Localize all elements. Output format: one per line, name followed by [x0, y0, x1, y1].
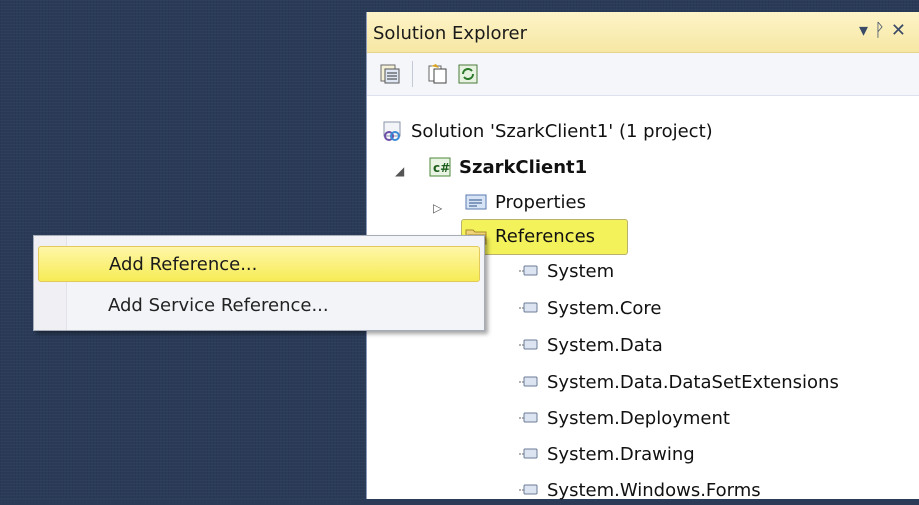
tree-project[interactable]: c# SzarkClient1 [429, 154, 587, 180]
svg-text:c#: c# [433, 161, 450, 175]
expand-arrow-icon[interactable]: ▷ [433, 201, 442, 215]
reference-item[interactable]: System.Core [517, 295, 662, 321]
reference-label: System.Deployment [547, 407, 730, 429]
reference-icon [517, 480, 539, 500]
pin-icon[interactable]: ᚹ [874, 20, 891, 41]
reference-item[interactable]: System.Windows.Forms [517, 477, 761, 503]
reference-label: System.Core [547, 297, 662, 319]
properties-label: Properties [495, 191, 586, 213]
add-service-reference-menu-item[interactable]: Add Service Reference... [38, 288, 480, 322]
reference-label: System.Drawing [547, 443, 695, 465]
add-service-reference-label: Add Service Reference... [108, 294, 329, 316]
reference-label: System.Data [547, 334, 663, 356]
reference-item[interactable]: System.Data [517, 332, 663, 358]
add-reference-label: Add Reference... [109, 253, 258, 275]
tree-properties[interactable]: Properties [465, 189, 586, 215]
tree-solution[interactable]: Solution 'SzarkClient1' (1 project) [381, 118, 713, 144]
project-label: SzarkClient1 [459, 156, 588, 178]
dropdown-icon[interactable]: ▾ [859, 20, 874, 41]
solution-icon [383, 121, 401, 141]
add-reference-menu-item[interactable]: Add Reference... [38, 246, 480, 282]
collapse-arrow-icon[interactable]: ◢ [395, 164, 404, 178]
reference-item[interactable]: System [517, 258, 614, 284]
reference-icon [517, 261, 539, 281]
solution-label: Solution 'SzarkClient1' (1 project) [411, 120, 713, 142]
properties-folder-icon [465, 194, 487, 210]
reference-label: System.Windows.Forms [547, 479, 761, 501]
refresh-icon[interactable] [457, 63, 479, 85]
reference-label: System.Data.DataSetExtensions [547, 371, 839, 393]
references-label: References [495, 225, 596, 247]
reference-label: System [547, 260, 615, 282]
show-all-files-icon[interactable] [427, 63, 449, 85]
titlebar-controls: ▾ᚹ✕ [859, 20, 912, 41]
properties-icon[interactable] [379, 63, 401, 85]
panel-titlebar: Solution Explorer ▾ᚹ✕ [367, 12, 919, 53]
reference-icon [517, 444, 539, 464]
reference-item[interactable]: System.Data.DataSetExtensions [517, 369, 839, 395]
context-menu: Add Reference... Add Service Reference..… [33, 235, 485, 331]
close-icon[interactable]: ✕ [891, 20, 912, 41]
reference-icon [517, 298, 539, 318]
panel-title: Solution Explorer [373, 23, 527, 44]
reference-icon [517, 408, 539, 428]
reference-item[interactable]: System.Drawing [517, 441, 695, 467]
explorer-toolbar [367, 53, 919, 96]
toolbar-separator [412, 61, 413, 87]
reference-icon [517, 335, 539, 355]
reference-item[interactable]: System.Deployment [517, 405, 730, 431]
reference-icon [517, 372, 539, 392]
csharp-project-icon: c# [429, 157, 451, 177]
